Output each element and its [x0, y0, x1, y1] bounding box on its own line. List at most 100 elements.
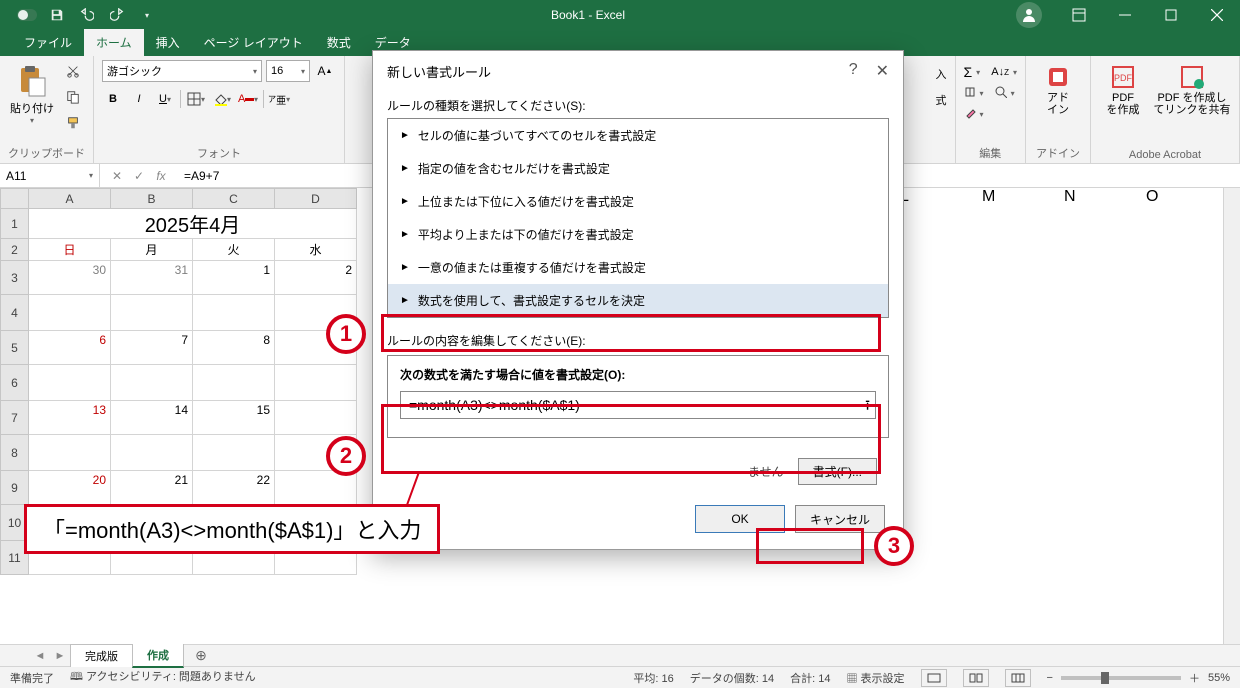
cell-D3[interactable]: 2 — [275, 261, 357, 295]
status-accessibility[interactable]: 🕮 アクセシビリティ: 問題ありません — [70, 668, 256, 687]
ok-button[interactable]: OK — [695, 505, 785, 533]
format-painter-icon[interactable] — [62, 112, 84, 134]
redo-icon[interactable] — [104, 4, 130, 26]
cell-C6[interactable] — [193, 365, 275, 401]
font-name-combo[interactable]: 游ゴシック▾ — [102, 60, 262, 82]
font-size-combo[interactable]: 16▾ — [266, 60, 310, 82]
zoom-level[interactable]: 55% — [1208, 672, 1230, 684]
cell-C9[interactable]: 22 — [193, 471, 275, 505]
maximize-button[interactable] — [1148, 0, 1194, 30]
cell-C8[interactable] — [193, 435, 275, 471]
cell-D6[interactable] — [275, 365, 357, 401]
cell-A5[interactable]: 6 — [29, 331, 111, 365]
row-header-2[interactable]: 2 — [1, 239, 29, 261]
cell-A7[interactable]: 13 — [29, 401, 111, 435]
cell-A4[interactable] — [29, 295, 111, 331]
cell-B6[interactable] — [111, 365, 193, 401]
sheet-tab-completed[interactable]: 完成版 — [70, 644, 133, 667]
undo-icon[interactable] — [74, 4, 100, 26]
ribbon-display-icon[interactable] — [1056, 0, 1102, 30]
col-header-d[interactable]: D — [275, 189, 357, 209]
clear-icon[interactable] — [964, 107, 976, 122]
name-box[interactable]: A11▾ — [0, 164, 100, 187]
rule-item-unique-dup[interactable]: ►一意の値または重複する値だけを書式設定 — [388, 251, 888, 284]
rule-item-contains[interactable]: ►指定の値を含むセルだけを書式設定 — [388, 152, 888, 185]
page-layout-view-button[interactable] — [963, 669, 989, 687]
cell-D7[interactable] — [275, 401, 357, 435]
autosave-toggle[interactable] — [14, 4, 40, 26]
format-button[interactable]: 書式(F)... — [798, 458, 877, 485]
vertical-scrollbar[interactable] — [1223, 188, 1240, 644]
row-header-9[interactable]: 9 — [1, 471, 29, 505]
sheet-tab-working[interactable]: 作成 — [132, 643, 184, 668]
cancel-formula-icon[interactable]: ✕ — [106, 169, 128, 183]
zoom-slider[interactable] — [1061, 676, 1181, 680]
copy-icon[interactable] — [62, 86, 84, 108]
sheet-nav-next[interactable]: ► — [50, 650, 70, 662]
zoom-in-button[interactable]: ＋ — [1189, 670, 1200, 686]
save-icon[interactable] — [44, 4, 70, 26]
fx-icon[interactable]: fx — [150, 169, 172, 183]
col-header-m[interactable]: M — [982, 188, 1064, 206]
tab-formulas[interactable]: 数式 — [315, 29, 363, 56]
cell-B9[interactable]: 21 — [111, 471, 193, 505]
cell-B7[interactable]: 14 — [111, 401, 193, 435]
close-button[interactable] — [1194, 0, 1240, 30]
normal-view-button[interactable] — [921, 669, 947, 687]
range-picker-icon[interactable]: ⭱ — [865, 395, 870, 419]
page-break-view-button[interactable] — [1005, 669, 1031, 687]
tab-insert[interactable]: 挿入 — [144, 29, 192, 56]
create-share-pdf-button[interactable]: PDF を作成し てリンクを共有 — [1153, 60, 1231, 120]
bold-button[interactable]: B — [102, 88, 124, 110]
cancel-button[interactable]: キャンセル — [795, 505, 885, 533]
cell-A8[interactable] — [29, 435, 111, 471]
zoom-out-button[interactable]: − — [1047, 672, 1053, 684]
row-header-8[interactable]: 8 — [1, 435, 29, 471]
paste-button[interactable]: 貼り付け ▾ — [8, 60, 56, 129]
cell-B4[interactable] — [111, 295, 193, 331]
border-button[interactable]: ▾ — [185, 88, 207, 110]
tab-page-layout[interactable]: ページ レイアウト — [192, 29, 315, 56]
minimize-button[interactable] — [1102, 0, 1148, 30]
enter-formula-icon[interactable]: ✓ — [128, 169, 150, 183]
underline-button[interactable]: U▾ — [154, 88, 176, 110]
zoom-control[interactable]: − ＋ 55% — [1047, 670, 1230, 686]
col-header-b[interactable]: B — [111, 189, 193, 209]
row-header-5[interactable]: 5 — [1, 331, 29, 365]
fill-color-button[interactable]: ▾ — [211, 88, 233, 110]
rule-item-average[interactable]: ►平均より上または下の値だけを書式設定 — [388, 218, 888, 251]
dialog-help-button[interactable]: ? — [849, 61, 858, 81]
col-header-n[interactable]: N — [1064, 188, 1146, 206]
format-partial[interactable]: 式 — [936, 92, 947, 108]
cell-A3[interactable]: 30 — [29, 261, 111, 295]
user-avatar[interactable] — [1016, 2, 1042, 28]
font-color-button[interactable]: A▾ — [237, 88, 259, 110]
autosum-icon[interactable]: Σ — [964, 64, 973, 80]
row-header-7[interactable]: 7 — [1, 401, 29, 435]
italic-button[interactable]: I — [128, 88, 150, 110]
rule-item-top-bottom[interactable]: ►上位または下位に入る値だけを書式設定 — [388, 185, 888, 218]
sheet-nav-prev[interactable]: ◄ — [30, 650, 50, 662]
create-pdf-button[interactable]: PDF PDF を作成 — [1099, 60, 1147, 120]
cell-C3[interactable]: 1 — [193, 261, 275, 295]
col-header-a[interactable]: A — [29, 189, 111, 209]
sort-filter-icon[interactable]: A↓Z — [991, 66, 1009, 78]
cell-B8[interactable] — [111, 435, 193, 471]
fill-icon[interactable] — [964, 86, 976, 101]
col-header-c[interactable]: C — [193, 189, 275, 209]
cell-C7[interactable]: 15 — [193, 401, 275, 435]
col-header-l[interactable]: L — [900, 188, 982, 206]
cut-icon[interactable] — [62, 60, 84, 82]
cell-A6[interactable] — [29, 365, 111, 401]
qat-customize-icon[interactable]: ▾ — [134, 4, 160, 26]
cell-B5[interactable]: 7 — [111, 331, 193, 365]
row-header-6[interactable]: 6 — [1, 365, 29, 401]
cell-A9[interactable]: 20 — [29, 471, 111, 505]
formula-input-field[interactable] — [400, 391, 876, 419]
row-header-1[interactable]: 1 — [1, 209, 29, 239]
col-header-o[interactable]: O — [1146, 188, 1206, 206]
find-icon[interactable] — [995, 86, 1007, 101]
cell-B3[interactable]: 31 — [111, 261, 193, 295]
tab-home[interactable]: ホーム — [84, 29, 144, 56]
phonetic-button[interactable]: ア亜▾ — [268, 88, 290, 110]
